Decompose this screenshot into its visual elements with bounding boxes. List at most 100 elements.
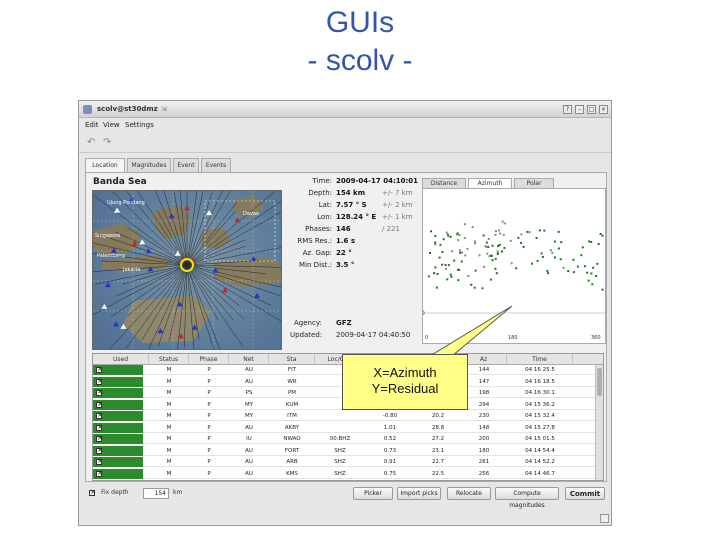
residual-point[interactable] <box>572 258 575 261</box>
residual-point[interactable] <box>531 262 533 265</box>
residual-point[interactable] <box>498 229 501 232</box>
used-checkbox[interactable] <box>96 446 103 454</box>
station-icon[interactable] <box>234 217 241 223</box>
residual-point[interactable] <box>567 270 570 272</box>
residual-point[interactable] <box>450 275 453 278</box>
station-icon[interactable] <box>254 292 261 298</box>
residual-point[interactable] <box>449 273 452 276</box>
residual-point[interactable] <box>540 252 543 255</box>
residual-point[interactable] <box>520 241 522 244</box>
residual-point[interactable] <box>491 259 494 262</box>
residual-point[interactable] <box>590 241 593 243</box>
import-picks-button[interactable]: Import picks <box>397 487 441 500</box>
column-header[interactable]: Sta <box>269 354 315 365</box>
used-checkbox[interactable] <box>96 411 103 419</box>
station-icon[interactable] <box>184 205 190 211</box>
scrollbar-thumb[interactable] <box>597 368 602 396</box>
residual-point[interactable] <box>503 247 506 249</box>
residual-point[interactable] <box>478 254 481 257</box>
residual-point[interactable] <box>494 267 497 270</box>
residual-point[interactable] <box>471 226 474 229</box>
residual-point[interactable] <box>503 222 506 225</box>
residual-point[interactable] <box>435 286 438 289</box>
menu-edit[interactable]: Edit <box>85 119 99 132</box>
residual-point[interactable] <box>490 254 493 257</box>
residual-point[interactable] <box>495 230 497 233</box>
residual-point[interactable] <box>546 269 549 272</box>
residual-point[interactable] <box>474 242 477 245</box>
residual-point[interactable] <box>436 273 439 275</box>
residual-point[interactable] <box>601 234 604 237</box>
residual-point[interactable] <box>482 234 485 237</box>
residual-point[interactable] <box>441 251 444 253</box>
residual-point[interactable] <box>434 235 437 238</box>
residual-point[interactable] <box>444 264 447 266</box>
residual-point[interactable] <box>470 283 473 286</box>
residual-point[interactable] <box>560 241 563 244</box>
column-header[interactable]: Status <box>149 354 189 365</box>
close-button[interactable]: × <box>599 105 608 114</box>
residual-point[interactable] <box>453 259 456 262</box>
column-header[interactable]: Net <box>229 354 269 365</box>
maximize-button[interactable]: □ <box>587 105 596 114</box>
residual-point[interactable] <box>473 240 476 243</box>
residual-point[interactable] <box>553 240 556 243</box>
residual-point[interactable] <box>551 251 554 254</box>
residual-point[interactable] <box>576 265 579 268</box>
table-row[interactable]: M P AU KMS SHZ 0.75 22.5 256 04 14 46.7 <box>93 468 603 479</box>
residual-point[interactable] <box>459 249 461 252</box>
residual-point[interactable] <box>549 249 552 252</box>
residual-point[interactable] <box>463 223 466 226</box>
residual-point[interactable] <box>528 231 531 234</box>
residual-point[interactable] <box>515 267 518 270</box>
residual-point[interactable] <box>572 271 575 274</box>
event-map[interactable]: Singapore Palembang Jakarta Davao Ujung … <box>92 190 282 350</box>
used-checkbox[interactable] <box>96 400 103 408</box>
residual-point[interactable] <box>485 241 488 244</box>
residual-point[interactable] <box>595 275 598 277</box>
residual-point[interactable] <box>509 239 512 242</box>
tab-magnitudes[interactable]: Magnitudes <box>127 158 171 172</box>
residual-point[interactable] <box>457 239 460 242</box>
residual-point[interactable] <box>463 237 466 240</box>
station-icon[interactable] <box>105 282 111 288</box>
relocate-button[interactable]: Relocate <box>447 487 491 500</box>
residual-point[interactable] <box>591 283 594 286</box>
residual-point[interactable] <box>520 233 523 236</box>
residual-point[interactable] <box>497 245 500 248</box>
residual-point[interactable] <box>456 233 459 236</box>
residual-point[interactable] <box>457 268 459 271</box>
residual-point[interactable] <box>489 278 492 281</box>
picker-button[interactable]: Picker <box>353 487 393 500</box>
residual-point[interactable] <box>494 257 497 260</box>
residual-point[interactable] <box>494 233 497 236</box>
commit-button[interactable]: Commit <box>565 487 605 500</box>
column-header[interactable]: Phase <box>189 354 229 365</box>
residual-point[interactable] <box>442 238 445 241</box>
residual-point[interactable] <box>538 229 541 232</box>
residual-point[interactable] <box>535 237 538 239</box>
column-header[interactable]: Used <box>93 354 149 365</box>
azimuth-residual-plot[interactable]: 0 0 180 360 <box>421 188 607 344</box>
fix-depth-input[interactable]: 154 <box>143 488 169 499</box>
station-icon[interactable] <box>101 303 108 309</box>
residual-point[interactable] <box>501 220 504 223</box>
residual-point[interactable] <box>474 269 477 272</box>
residual-point[interactable] <box>430 230 432 233</box>
used-checkbox[interactable] <box>96 388 103 396</box>
table-scrollbar[interactable] <box>595 365 603 480</box>
column-header[interactable]: Time <box>507 354 573 365</box>
residual-point[interactable] <box>557 247 560 250</box>
residual-point[interactable] <box>473 286 476 289</box>
residual-point[interactable] <box>499 232 502 235</box>
used-checkbox[interactable] <box>96 423 103 431</box>
used-checkbox[interactable] <box>96 365 103 373</box>
residual-point[interactable] <box>434 241 437 244</box>
residual-point[interactable] <box>487 246 490 248</box>
plot-tab-polar[interactable]: Polar <box>514 178 554 188</box>
residual-point[interactable] <box>586 271 589 274</box>
residual-point[interactable] <box>502 233 505 236</box>
residual-point[interactable] <box>510 262 513 265</box>
station-icon[interactable] <box>139 239 146 245</box>
residual-point[interactable] <box>583 265 586 268</box>
